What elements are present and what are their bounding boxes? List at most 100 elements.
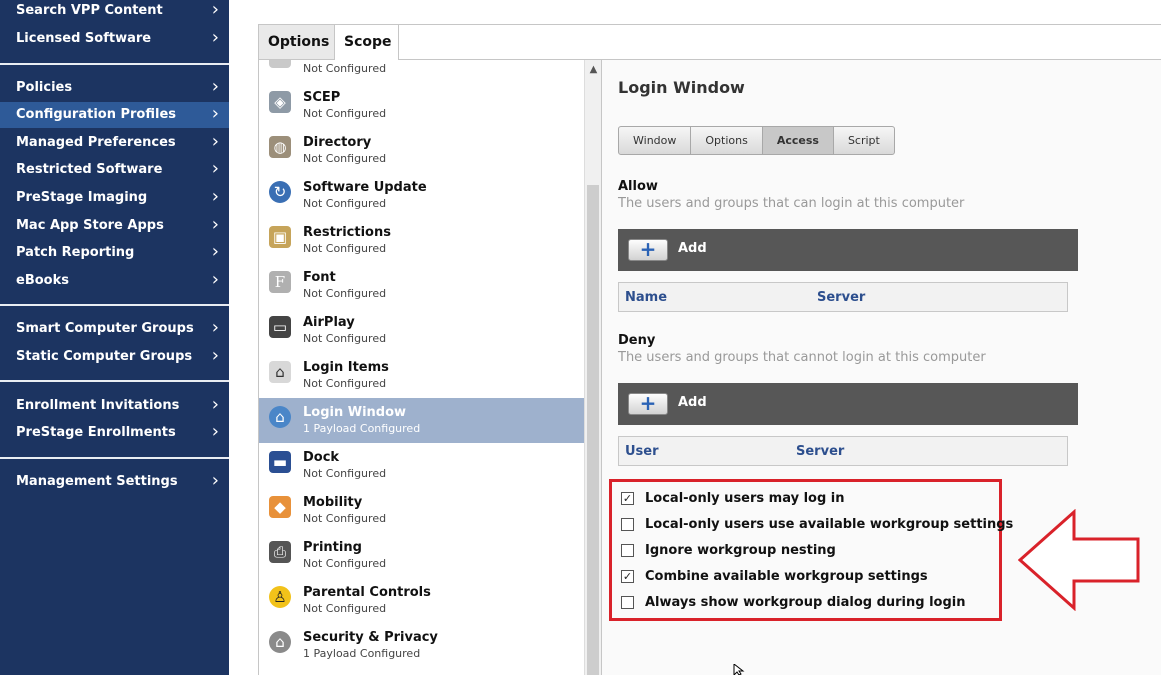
- tab-scope[interactable]: Scope: [335, 25, 399, 60]
- payload-name: AirPlay: [303, 315, 355, 330]
- checkbox-label: Local-only users may log in: [645, 490, 845, 506]
- tab-bar: Options Scope: [258, 24, 1161, 60]
- sidebar-item-label: Management Settings: [16, 474, 178, 489]
- sidebar-item-label: eBooks: [16, 273, 69, 288]
- subtab-window[interactable]: Window: [619, 127, 692, 154]
- sidebar-item-restricted-software[interactable]: Restricted Software ›: [0, 157, 229, 183]
- payload-item-generic[interactable]: Not Configured: [259, 60, 584, 83]
- allow-section-description: The users and groups that can login at t…: [618, 196, 965, 211]
- payload-status: Not Configured: [303, 107, 387, 120]
- sidebar-item-configuration-profiles[interactable]: Configuration Profiles ›: [0, 102, 229, 128]
- checkbox-row-always-show-workgroup-dialog[interactable]: Always show workgroup dialog during logi…: [621, 592, 966, 612]
- printer-icon: ⎙: [269, 541, 291, 563]
- checkbox-combine-workgroup-settings[interactable]: ✓: [621, 569, 634, 583]
- checkbox-ignore-workgroup-nesting[interactable]: [621, 543, 634, 557]
- sidebar-item-prestage-enrollments[interactable]: PreStage Enrollments ›: [0, 420, 229, 446]
- login-items-icon: ⌂: [269, 361, 291, 383]
- allow-section-label: Allow: [618, 179, 658, 194]
- allow-add-button[interactable]: +: [628, 239, 668, 261]
- checkbox-row-local-only-users-log-in[interactable]: ✓ Local-only users may log in: [621, 488, 845, 508]
- allow-table-header: Name Server: [618, 282, 1068, 312]
- checkbox-local-only-workgroup-settings[interactable]: [621, 517, 634, 531]
- sidebar-item-managed-preferences[interactable]: Managed Preferences ›: [0, 130, 229, 156]
- checkbox-row-combine-workgroup-settings[interactable]: ✓ Combine available workgroup settings: [621, 566, 928, 586]
- scrollbar-thumb[interactable]: [587, 185, 599, 675]
- payload-item-airplay[interactable]: ▭ AirPlay Not Configured: [259, 308, 584, 353]
- checkbox-row-ignore-workgroup-nesting[interactable]: Ignore workgroup nesting: [621, 540, 836, 560]
- sidebar-divider: [0, 63, 229, 65]
- payload-name: SCEP: [303, 90, 341, 105]
- sidebar-item-static-computer-groups[interactable]: Static Computer Groups ›: [0, 344, 229, 370]
- tab-options[interactable]: Options: [259, 25, 335, 60]
- payload-name: Restrictions: [303, 225, 391, 240]
- sidebar-item-label: Licensed Software: [16, 31, 152, 46]
- payload-status: Not Configured: [303, 197, 387, 210]
- sidebar-item-label: Configuration Profiles: [16, 107, 177, 122]
- payload-item-parental-controls[interactable]: ♙ Parental Controls Not Configured: [259, 578, 584, 623]
- checkbox-label: Combine available workgroup settings: [645, 568, 928, 584]
- generic-icon: [269, 60, 291, 68]
- payload-status: Not Configured: [303, 602, 387, 615]
- chevron-right-icon: ›: [211, 158, 219, 179]
- app-window: Search VPP Content › Licensed Software › P…: [0, 0, 1161, 675]
- sidebar-divider: [0, 457, 229, 459]
- payload-item-dock[interactable]: ▬ Dock Not Configured: [259, 443, 584, 488]
- payload-status: 1 Payload Configured: [303, 422, 421, 435]
- sidebar-item-label: Static Computer Groups: [16, 349, 193, 364]
- lock-certificate-icon: ◈: [269, 91, 291, 113]
- sidebar-item-mac-app-store-apps[interactable]: Mac App Store Apps ›: [0, 213, 229, 239]
- subtab-script[interactable]: Script: [834, 127, 894, 154]
- payload-item-login-items[interactable]: ⌂ Login Items Not Configured: [259, 353, 584, 398]
- payload-item-directory[interactable]: ◍ Directory Not Configured: [259, 128, 584, 173]
- allow-add-bar: + Add: [618, 229, 1078, 271]
- sidebar-item-ebooks[interactable]: eBooks ›: [0, 268, 229, 294]
- payload-item-mobility[interactable]: ◆ Mobility Not Configured: [259, 488, 584, 533]
- checkbox-always-show-workgroup-dialog[interactable]: [621, 595, 634, 609]
- chevron-right-icon: ›: [211, 186, 219, 207]
- payload-status: Not Configured: [303, 242, 387, 255]
- sidebar-item-patch-reporting[interactable]: Patch Reporting ›: [0, 240, 229, 266]
- checkbox-row-local-only-workgroup-settings[interactable]: Local-only users use available workgroup…: [621, 514, 1013, 534]
- payload-status: Not Configured: [303, 377, 387, 390]
- payload-name: Login Items: [303, 360, 389, 375]
- chevron-right-icon: ›: [211, 214, 219, 235]
- payload-name: Font: [303, 270, 336, 285]
- annotation-arrow-icon: [1018, 509, 1140, 611]
- payload-status: 1 Payload Configured: [303, 647, 421, 660]
- subtab-options[interactable]: Options: [691, 127, 763, 154]
- payload-item-printing[interactable]: ⎙ Printing Not Configured: [259, 533, 584, 578]
- login-window-icon: ⌂: [269, 406, 291, 428]
- sidebar-item-prestage-imaging[interactable]: PreStage Imaging ›: [0, 185, 229, 211]
- sidebar-item-search-vpp-content[interactable]: Search VPP Content ›: [0, 0, 229, 24]
- payload-item-font[interactable]: F Font Not Configured: [259, 263, 584, 308]
- scroll-up-arrow-icon[interactable]: ▲: [585, 64, 602, 75]
- sidebar-item-policies[interactable]: Policies ›: [0, 75, 229, 101]
- sidebar-item-smart-computer-groups[interactable]: Smart Computer Groups ›: [0, 316, 229, 342]
- payload-name: Directory: [303, 135, 372, 150]
- subtab-access[interactable]: Access: [762, 127, 834, 154]
- deny-column-user: User: [625, 444, 659, 459]
- payload-list: Not Configured ◈ SCEP Not Configured ◍ D…: [258, 60, 584, 675]
- font-icon: F: [269, 271, 291, 293]
- sidebar-item-enrollment-invitations[interactable]: Enrollment Invitations ›: [0, 393, 229, 419]
- sidebar-item-licensed-software[interactable]: Licensed Software ›: [0, 26, 229, 52]
- sidebar-item-label: Patch Reporting: [16, 245, 135, 260]
- chevron-right-icon: ›: [211, 103, 219, 124]
- deny-add-label[interactable]: Add: [678, 395, 707, 410]
- subtab-bar: Window Options Access Script: [618, 126, 895, 155]
- allow-add-label[interactable]: Add: [678, 241, 707, 256]
- payload-list-scrollbar[interactable]: ▲: [584, 60, 601, 675]
- chevron-right-icon: ›: [211, 394, 219, 415]
- deny-add-bar: + Add: [618, 383, 1078, 425]
- payload-name: Dock: [303, 450, 340, 465]
- checkbox-local-only-users-log-in[interactable]: ✓: [621, 491, 634, 505]
- payload-item-restrictions[interactable]: ▣ Restrictions Not Configured: [259, 218, 584, 263]
- payload-item-security-privacy[interactable]: ⌂ Security & Privacy 1 Payload Configure…: [259, 623, 584, 668]
- sidebar-item-management-settings[interactable]: Management Settings ›: [0, 469, 229, 495]
- payload-item-login-window[interactable]: ⌂ Login Window 1 Payload Configured: [259, 398, 584, 443]
- payload-item-scep[interactable]: ◈ SCEP Not Configured: [259, 83, 584, 128]
- deny-add-button[interactable]: +: [628, 393, 668, 415]
- security-privacy-icon: ⌂: [269, 631, 291, 653]
- payload-item-software-update[interactable]: ↻ Software Update Not Configured: [259, 173, 584, 218]
- chevron-right-icon: ›: [211, 345, 219, 366]
